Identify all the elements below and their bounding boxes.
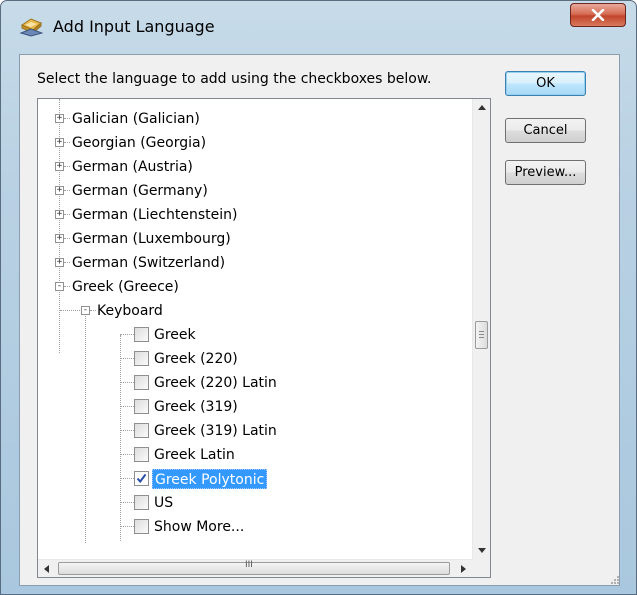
expand-icon[interactable]: + [55,258,64,267]
layout-checkbox[interactable] [134,375,149,390]
vertical-scrollbar[interactable] [472,99,491,559]
layout-label: Greek (319) [154,399,238,415]
layout-checkbox[interactable] [134,519,149,534]
layout-checkbox[interactable] [134,423,149,438]
layout-label: Greek (220) [154,351,238,367]
layout-checkbox-checked[interactable] [134,471,149,486]
scrollbar-corner [472,559,490,577]
tree-viewport: + Galician (Galician) + Georgian (Georgi… [38,99,472,559]
tree-connector [85,311,86,543]
horizontal-scrollbar[interactable]: III [38,559,472,578]
tree-item-label: German (Austria) [72,159,193,175]
tree-item-label: Georgian (Georgia) [72,135,207,151]
expand-icon[interactable]: + [55,114,64,123]
checkmark-icon [136,473,147,484]
horizontal-scroll-thumb[interactable]: III [58,560,450,575]
expand-icon[interactable]: + [55,186,64,195]
keyboard-icon [19,15,44,37]
tree-item-label: German (Germany) [72,183,208,199]
tree-item-label: German (Switzerland) [72,255,226,271]
dialog-body: Select the language to add using the che… [19,54,620,586]
ok-button[interactable]: OK [505,71,586,96]
resize-grip-icon[interactable] [610,575,620,585]
close-button[interactable] [570,3,626,27]
expand-icon[interactable]: + [55,210,64,219]
thumb-grip: III [245,560,253,570]
layout-label: Show More... [154,519,245,535]
layout-checkbox[interactable] [134,399,149,414]
tree-item-label: Greek (Greece) [72,279,179,295]
layout-label: Greek (319) Latin [154,423,277,439]
layout-label: Greek Latin [154,447,235,463]
cancel-button[interactable]: Cancel [505,118,586,143]
scroll-down-icon[interactable] [473,541,491,559]
title-bar[interactable]: Add Input Language [1,1,636,53]
instruction-text: Select the language to add using the che… [37,71,432,87]
scroll-left-icon[interactable] [38,560,56,578]
expand-icon[interactable]: + [55,162,64,171]
layout-label: Greek Polytonic [152,469,268,489]
layout-checkbox[interactable] [134,351,149,366]
tree-item-label: Galician (Galician) [72,111,200,127]
window-title: Add Input Language [53,17,215,36]
tree-item-label: German (Luxembourg) [72,231,231,247]
close-icon [591,9,605,21]
preview-button[interactable]: Preview... [505,160,586,185]
layout-checkbox[interactable] [134,447,149,462]
scroll-up-icon[interactable] [473,99,491,117]
vertical-scroll-thumb[interactable] [475,321,488,349]
tree-item-label: German (Liechtenstein) [72,207,238,223]
layout-checkbox[interactable] [134,495,149,510]
collapse-icon[interactable]: - [81,306,90,315]
collapse-icon[interactable]: - [55,282,64,291]
expand-icon[interactable]: + [55,234,64,243]
tree-item-label: Keyboard [97,303,163,319]
expand-icon[interactable]: + [55,138,64,147]
language-tree[interactable]: + Galician (Galician) + Georgian (Georgi… [37,98,491,578]
layout-label: US [154,495,174,511]
scroll-right-icon[interactable] [454,560,472,578]
tree-connector [120,335,121,541]
layout-label: Greek [154,327,196,343]
layout-label: Greek (220) Latin [154,375,277,391]
dialog-window: Add Input Language Select the language t… [0,0,637,595]
layout-checkbox[interactable] [134,327,149,342]
